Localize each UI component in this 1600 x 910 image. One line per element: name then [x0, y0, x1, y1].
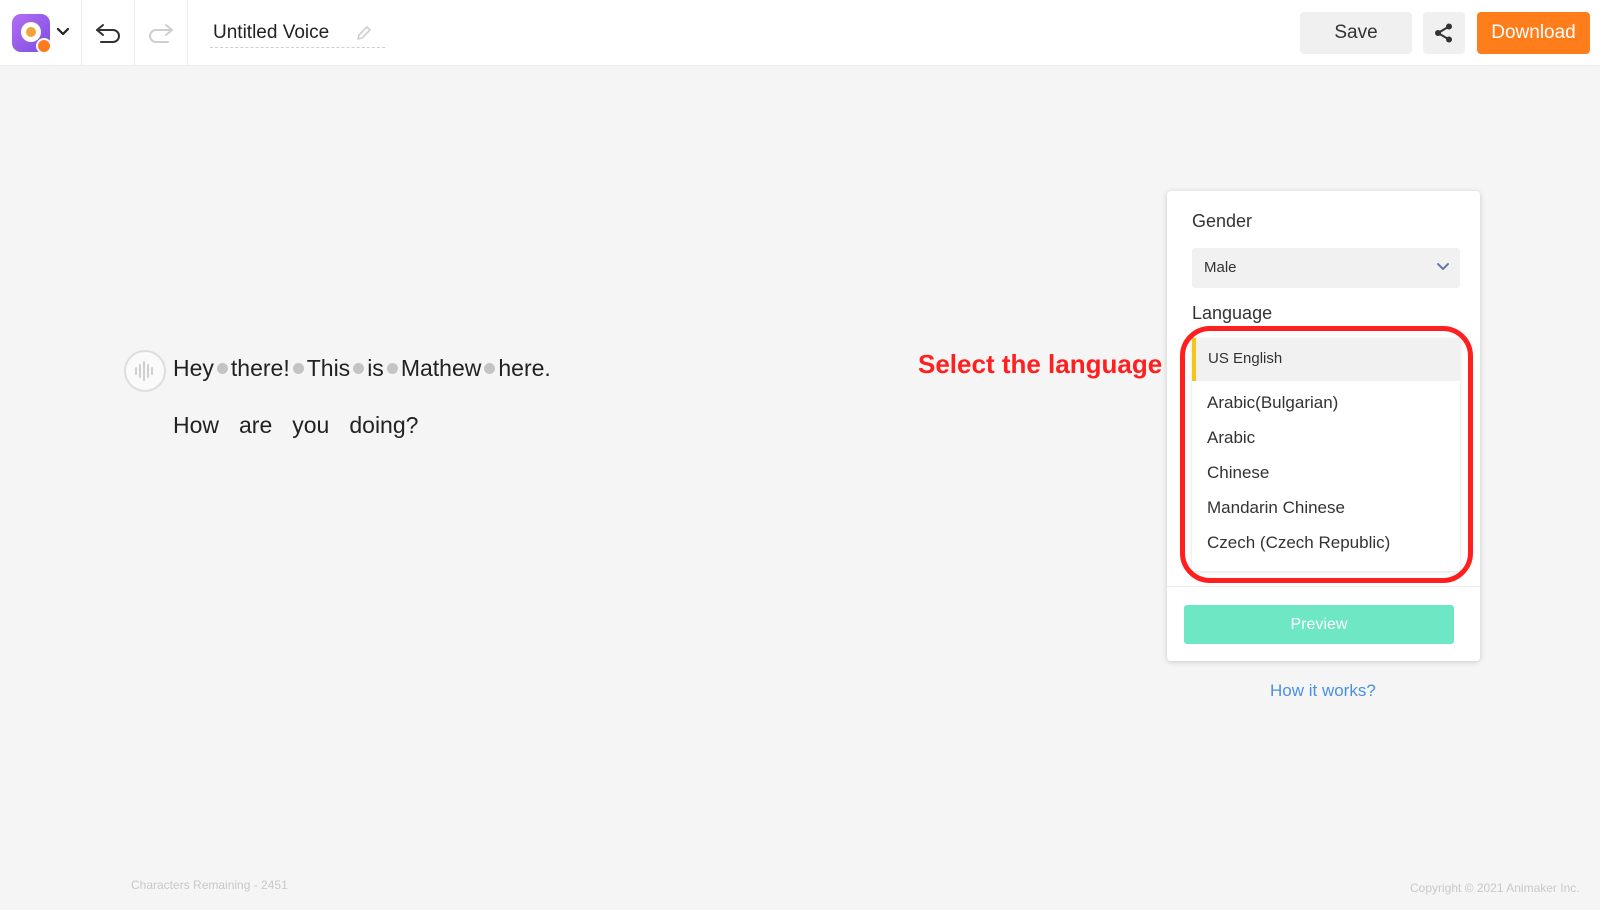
script-word[interactable]: How	[173, 412, 219, 439]
app-menu[interactable]	[0, 0, 82, 66]
undo-icon	[96, 24, 120, 43]
pause-marker[interactable]	[484, 363, 496, 374]
panel-divider	[1167, 586, 1480, 587]
annotation-callout: Select the language	[918, 349, 1163, 379]
top-toolbar: Untitled Voice Save Download	[0, 0, 1600, 66]
gender-label: Gender	[1192, 211, 1253, 231]
pencil-icon[interactable]	[355, 24, 373, 42]
script-word[interactable]: doing?	[349, 412, 418, 439]
share-icon	[1435, 23, 1452, 43]
script-word[interactable]: here.	[498, 355, 550, 382]
script-line-1[interactable]: Hey there! This is Mathew here.	[173, 355, 551, 382]
voice-wave-icon[interactable]	[124, 350, 166, 392]
project-title[interactable]: Untitled Voice	[213, 22, 329, 44]
project-title-field[interactable]: Untitled Voice	[210, 18, 385, 48]
script-word[interactable]: This	[307, 355, 350, 382]
chevron-down-icon[interactable]	[56, 25, 70, 39]
how-it-works-link[interactable]: How it works?	[1270, 681, 1376, 701]
script-word[interactable]: Hey	[173, 355, 214, 382]
download-button[interactable]: Download	[1477, 12, 1590, 54]
redo-icon	[149, 24, 173, 43]
gender-value: Male	[1204, 259, 1237, 276]
characters-remaining: Characters Remaining - 2451	[131, 878, 288, 892]
pause-marker[interactable]	[292, 363, 304, 374]
share-button[interactable]	[1423, 12, 1465, 54]
script-word[interactable]: Mathew	[401, 355, 482, 382]
preview-button[interactable]: Preview	[1184, 605, 1454, 644]
pause-marker[interactable]	[386, 363, 398, 374]
logo-badge-icon	[36, 38, 52, 54]
gender-dropdown[interactable]: Male	[1192, 248, 1460, 288]
redo-button[interactable]	[135, 0, 188, 66]
script-word[interactable]: you	[292, 412, 329, 439]
save-button[interactable]: Save	[1300, 12, 1412, 54]
undo-button[interactable]	[82, 0, 135, 66]
pause-marker[interactable]	[216, 363, 228, 374]
annotation-highlight-ring	[1180, 326, 1473, 583]
script-line-2[interactable]: How are you doing?	[173, 412, 418, 439]
animaker-voice-logo[interactable]	[12, 14, 52, 54]
script-word[interactable]: are	[239, 412, 272, 439]
script-word[interactable]: is	[367, 355, 384, 382]
script-word[interactable]: there!	[231, 355, 290, 382]
pause-marker[interactable]	[353, 363, 365, 374]
chevron-down-icon	[1437, 263, 1449, 270]
soundwave-icon	[135, 361, 153, 381]
language-label: Language	[1192, 303, 1273, 323]
copyright-text: Copyright © 2021 Animaker Inc.	[1410, 881, 1580, 895]
